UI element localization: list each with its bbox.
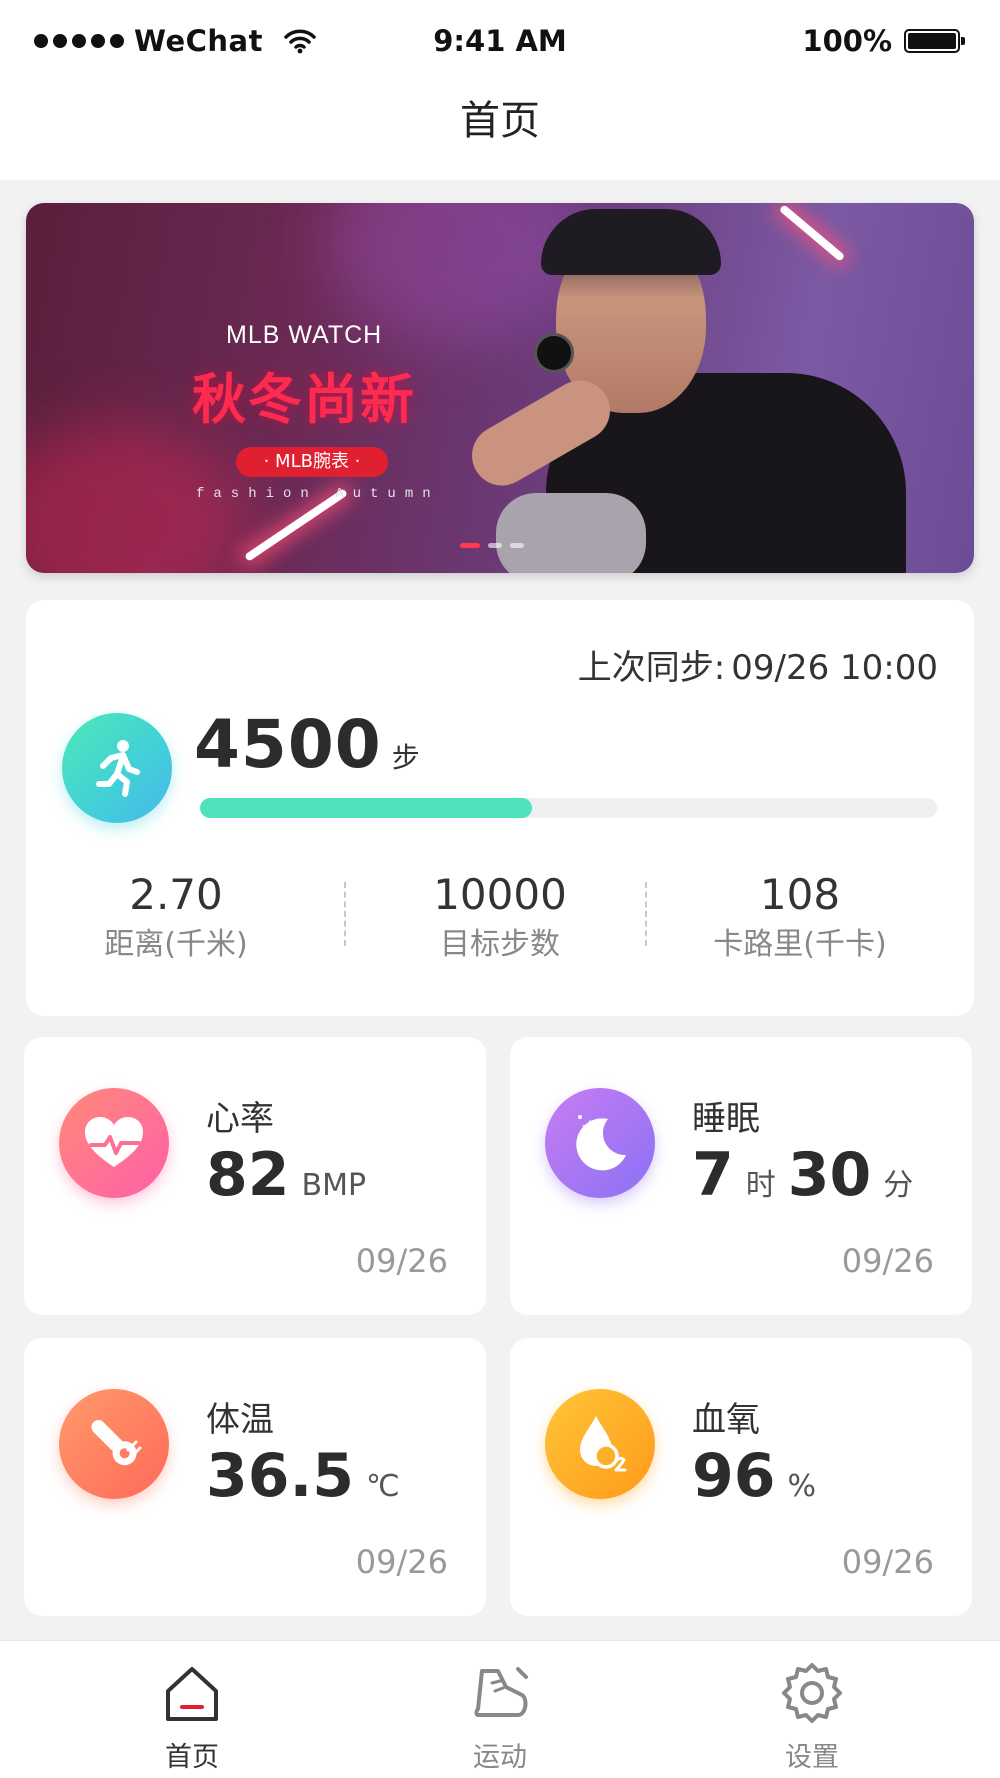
heart-rate-unit: BMP bbox=[301, 1168, 367, 1203]
stat-distance: 2.70 距离(千米) bbox=[26, 870, 326, 963]
oxygen-drop-icon bbox=[545, 1389, 655, 1499]
watch-image bbox=[534, 333, 574, 373]
sleep-minutes: 30 bbox=[787, 1140, 872, 1210]
sleep-card[interactable]: 睡眠 7 时 30 分 09/26 bbox=[510, 1037, 972, 1315]
heart-rate-date: 09/26 bbox=[355, 1242, 448, 1280]
heart-rate-icon bbox=[59, 1088, 169, 1198]
heart-rate-title: 心率 bbox=[206, 1099, 274, 1139]
stat-goal-steps: 10000 目标步数 bbox=[350, 870, 650, 963]
sleep-hours: 7 bbox=[692, 1140, 734, 1210]
heart-rate-number: 82 bbox=[206, 1140, 290, 1210]
blood-oxygen-value: 96 % bbox=[692, 1441, 828, 1511]
step-progress-bar bbox=[200, 798, 937, 818]
blood-oxygen-card[interactable]: 血氧 96 % 09/26 bbox=[510, 1338, 972, 1616]
stat-divider bbox=[344, 882, 346, 946]
sleep-value: 7 时 30 分 bbox=[692, 1140, 925, 1210]
banner-pill: · MLB腕表 · bbox=[236, 447, 388, 477]
sport-shoe-icon bbox=[474, 1667, 528, 1717]
page-title: 首页 bbox=[460, 98, 540, 144]
stat-label: 目标步数 bbox=[440, 927, 560, 962]
tab-label: 首页 bbox=[165, 1742, 219, 1773]
model-figure bbox=[541, 209, 721, 275]
blood-oxygen-unit: % bbox=[787, 1469, 817, 1504]
running-icon bbox=[62, 713, 172, 823]
sync-time: 09/26 10:00 bbox=[731, 648, 938, 688]
stat-value: 108 bbox=[759, 870, 841, 919]
model-figure bbox=[496, 493, 646, 573]
temperature-date: 09/26 bbox=[355, 1543, 448, 1581]
stat-calories: 108 卡路里(千卡) bbox=[650, 870, 950, 963]
temperature-title: 体温 bbox=[206, 1400, 274, 1440]
step-progress-fill bbox=[200, 798, 532, 818]
tab-settings[interactable]: 设置 bbox=[742, 1661, 882, 1774]
heart-rate-card[interactable]: 心率 82 BMP 09/26 bbox=[24, 1037, 486, 1315]
sleep-hours-unit: 时 bbox=[745, 1168, 776, 1203]
tab-bar: 首页 运动 设置 bbox=[0, 1640, 1000, 1778]
tab-label: 设置 bbox=[785, 1742, 839, 1773]
moon-icon bbox=[545, 1088, 655, 1198]
step-count: 4500 步 bbox=[194, 706, 420, 783]
temperature-card[interactable]: 体温 36.5 ℃ 09/26 bbox=[24, 1338, 486, 1616]
stat-divider bbox=[645, 882, 647, 946]
tab-sport[interactable]: 运动 bbox=[430, 1661, 570, 1774]
sleep-title: 睡眠 bbox=[692, 1099, 760, 1139]
temperature-value: 36.5 ℃ bbox=[206, 1441, 412, 1511]
last-sync: 上次同步: 09/26 10:00 bbox=[578, 640, 938, 689]
banner-headline: 秋冬尚新 bbox=[192, 368, 416, 431]
battery-icon bbox=[904, 29, 965, 53]
stat-label: 距离(千米) bbox=[104, 927, 248, 962]
banner-dot[interactable] bbox=[460, 543, 480, 548]
blood-oxygen-title: 血氧 bbox=[692, 1400, 760, 1440]
sleep-date: 09/26 bbox=[841, 1242, 934, 1280]
sync-label: 上次同步: bbox=[577, 648, 726, 688]
step-stats: 2.70 距离(千米) 10000 目标步数 108 卡路里(千卡) bbox=[26, 870, 974, 970]
sleep-minutes-unit: 分 bbox=[883, 1168, 914, 1203]
app-screen: WeChat 9:41 AM 100% 首页 MLB WATCH 秋冬尚新 · … bbox=[0, 0, 1000, 1778]
promo-banner[interactable]: MLB WATCH 秋冬尚新 · MLB腕表 · fashion Autumn bbox=[26, 203, 974, 573]
status-bar: WeChat 9:41 AM 100% bbox=[0, 18, 1000, 68]
heart-rate-value: 82 BMP bbox=[206, 1140, 378, 1210]
banner-dot[interactable] bbox=[488, 543, 502, 548]
step-number: 4500 bbox=[194, 706, 382, 783]
home-icon bbox=[166, 1667, 218, 1721]
temperature-number: 36.5 bbox=[206, 1441, 355, 1511]
tab-label: 运动 bbox=[473, 1742, 527, 1773]
blood-oxygen-date: 09/26 bbox=[841, 1543, 934, 1581]
stat-value: 10000 bbox=[433, 870, 567, 919]
battery-percent: 100% bbox=[802, 24, 892, 58]
neon-lamp-decoration bbox=[778, 204, 846, 262]
stat-value: 2.70 bbox=[129, 870, 223, 919]
step-unit: 步 bbox=[391, 741, 420, 774]
banner-brand: MLB WATCH bbox=[226, 321, 383, 349]
gear-icon bbox=[782, 1663, 842, 1723]
steps-card[interactable]: 上次同步: 09/26 10:00 4500 步 2.70 距离(千米) 100… bbox=[26, 600, 974, 1016]
tab-home[interactable]: 首页 bbox=[122, 1661, 262, 1774]
banner-subtitle: fashion Autumn bbox=[196, 486, 440, 502]
status-right: 100% bbox=[802, 24, 965, 58]
blood-oxygen-number: 96 bbox=[692, 1441, 776, 1511]
banner-dot[interactable] bbox=[510, 543, 524, 548]
thermometer-icon bbox=[59, 1389, 169, 1499]
stat-label: 卡路里(千卡) bbox=[713, 927, 887, 962]
temperature-unit: ℃ bbox=[366, 1469, 400, 1504]
banner-pagination[interactable] bbox=[460, 543, 524, 548]
